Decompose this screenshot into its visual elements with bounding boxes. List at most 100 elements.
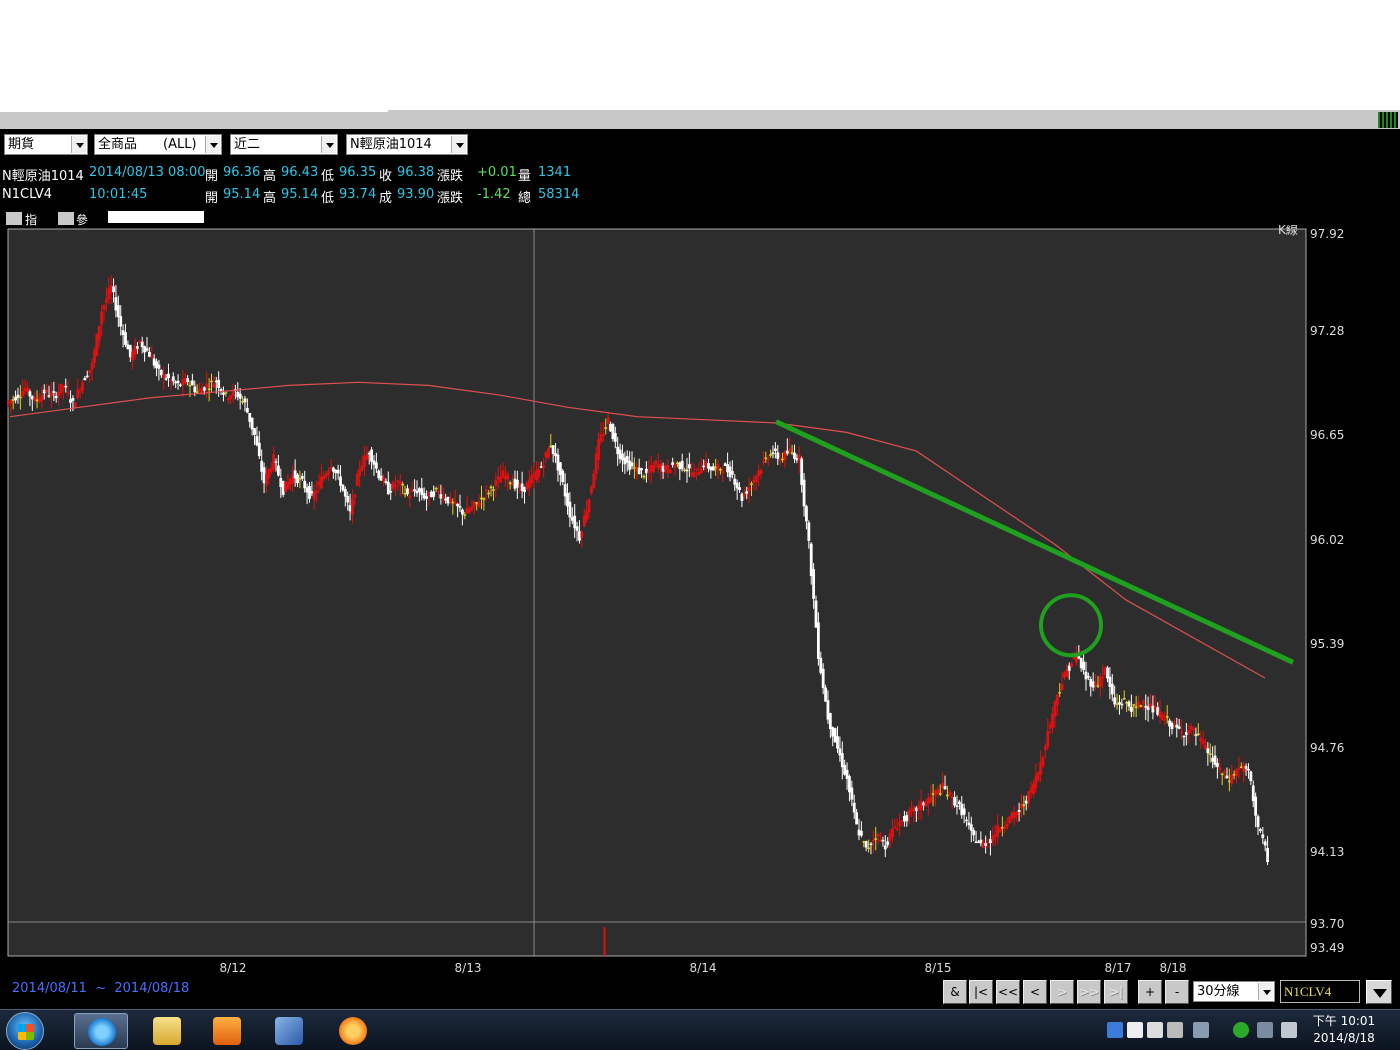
taskbar-app-ie[interactable] (74, 1013, 128, 1049)
candle-body (931, 793, 935, 795)
candle-body (831, 727, 835, 737)
action-center-icon[interactable] (1257, 1022, 1273, 1038)
candle-body (606, 417, 610, 424)
next-button[interactable]: > (1050, 980, 1074, 1004)
candle-body (592, 473, 596, 488)
contract-select[interactable]: N輕原油1014 (346, 134, 468, 155)
param-toggle-icon[interactable] (58, 212, 74, 225)
taskbar-app-explorer[interactable] (140, 1013, 194, 1049)
candle-body (95, 334, 99, 356)
candle-body (986, 842, 990, 844)
candle-body (131, 351, 135, 361)
candle-body (1247, 768, 1250, 771)
market-select[interactable]: 期貨 (4, 134, 88, 155)
kline-chart[interactable]: 97.92 97.28 96.65 96.02 95.39 94.76 94.13 93.70… (0, 225, 1400, 975)
candle-body (594, 453, 598, 474)
open-label: 開 (205, 191, 219, 206)
chevron-down-icon[interactable] (205, 136, 220, 153)
param-input[interactable] (108, 211, 204, 223)
indicator-toggle-icon[interactable] (6, 212, 22, 225)
candle-body (800, 458, 804, 485)
first-button[interactable]: |< (969, 980, 993, 1004)
candle-body (845, 769, 849, 779)
candle-body (659, 463, 663, 470)
keyboard-icon[interactable] (1147, 1022, 1163, 1038)
candle-body (293, 470, 297, 479)
candle-body (138, 340, 142, 343)
taskbar-app-chat[interactable] (326, 1013, 380, 1049)
resize-grip-icon[interactable] (1378, 112, 1398, 128)
chevron-down-icon[interactable] (321, 136, 336, 153)
candle-body (929, 796, 933, 803)
symbol-dropdown-button[interactable] (1366, 980, 1392, 1004)
y-tick-label: 94.76 (1310, 741, 1344, 755)
zoom-out-button[interactable]: - (1165, 980, 1189, 1004)
candle-body (776, 452, 780, 459)
chart-canvas[interactable]: 97.92 97.28 96.65 96.02 95.39 94.76 94.13 93.70… (0, 225, 1400, 975)
ime-mode-icon[interactable] (1167, 1022, 1183, 1038)
start-button[interactable] (6, 1012, 44, 1050)
candle-body (960, 803, 964, 816)
page-back-button[interactable]: << (996, 980, 1020, 1004)
candle-body (169, 379, 173, 382)
candle-body (642, 475, 646, 478)
period-select-value: 30分線 (1197, 984, 1240, 999)
candle-body (883, 845, 887, 850)
candle-body (179, 384, 182, 386)
product-select[interactable]: 全商品 (ALL) (94, 134, 222, 155)
prev-button[interactable]: < (1023, 980, 1047, 1004)
candle-body (112, 286, 115, 293)
candle-body (1096, 685, 1100, 687)
symbol-input[interactable]: N1CLV4 (1280, 980, 1360, 1003)
candle-body (1091, 681, 1095, 688)
zoom-in-button[interactable]: + (1138, 980, 1162, 1004)
candle-body (1086, 675, 1090, 678)
candle-body (671, 462, 675, 466)
candle-body (379, 475, 383, 481)
change-label: 漲跌 (437, 191, 464, 206)
candle-body (714, 466, 718, 469)
high-value: 96.43 (281, 165, 319, 180)
candle-body (1055, 694, 1059, 705)
chevron-down-icon[interactable] (451, 136, 466, 153)
candle-body (1127, 701, 1131, 707)
candle-body (826, 700, 830, 720)
taskbar-app-paint[interactable] (262, 1013, 316, 1049)
candle-body (331, 467, 335, 472)
bottom-bar: 2014/08/11 ~ 2014/08/18 & |< << < > >> >… (0, 975, 1400, 1009)
candle-body (508, 482, 512, 485)
candle-body (590, 486, 593, 494)
volume-icon[interactable] (1281, 1022, 1297, 1038)
taskbar-clock[interactable]: 下午 10:01 2014/8/18 (1310, 1013, 1378, 1047)
low-label: 低 (321, 191, 335, 206)
period-select[interactable]: 30分線 (1193, 981, 1275, 1002)
candle-body (1180, 731, 1183, 734)
candle-body (1237, 768, 1241, 770)
candle-body (515, 479, 519, 488)
candle-body (147, 351, 151, 357)
chevron-down-icon[interactable] (71, 136, 86, 153)
link-button[interactable]: & (943, 980, 967, 1004)
taskbar-app-media[interactable] (200, 1013, 254, 1049)
top-blank-area (0, 0, 1400, 110)
tray-expand-icon[interactable] (1193, 1022, 1209, 1038)
chevron-down-icon[interactable] (1258, 983, 1273, 1000)
messenger-tray-icon[interactable] (1233, 1022, 1249, 1038)
candle-body (886, 841, 890, 846)
candle-body (1263, 841, 1267, 846)
candle-body (728, 466, 732, 478)
candle-body (864, 841, 868, 848)
network-status-icon[interactable] (1107, 1022, 1123, 1038)
candle-body (116, 305, 120, 318)
candle-body (124, 332, 127, 345)
candle-body (174, 381, 178, 384)
month-select[interactable]: 近二 (230, 134, 338, 155)
last-button[interactable]: >| (1104, 980, 1128, 1004)
candle-body (843, 764, 847, 775)
candle-body (922, 802, 925, 806)
candle-body (936, 788, 940, 794)
candle-body (265, 473, 268, 486)
ime-icon[interactable] (1127, 1022, 1143, 1038)
candle-body (860, 830, 863, 836)
page-forward-button[interactable]: >> (1077, 980, 1101, 1004)
